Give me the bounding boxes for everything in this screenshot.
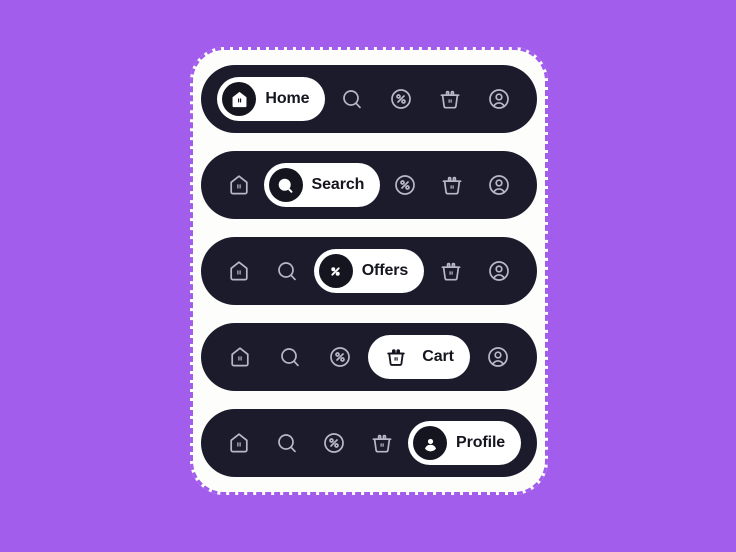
nav-item-cart[interactable] bbox=[360, 421, 404, 465]
nav-item-label: Cart bbox=[422, 348, 454, 365]
nav-item-offers[interactable] bbox=[318, 335, 362, 379]
search-icon bbox=[268, 168, 303, 202]
screen: Home Search Offers Cart Profile bbox=[0, 0, 736, 552]
nav-item-cart[interactable]: Cart bbox=[368, 335, 470, 379]
basket-icon bbox=[440, 173, 464, 197]
navbar-list: Home Search Offers Cart Profile bbox=[190, 47, 548, 495]
percent-icon bbox=[393, 173, 417, 197]
nav-item-label: Home bbox=[265, 90, 310, 107]
home-icon bbox=[228, 345, 252, 369]
nav-item-profile[interactable] bbox=[477, 77, 521, 121]
person-icon bbox=[413, 426, 448, 460]
nav-item-home[interactable]: Home bbox=[217, 77, 326, 121]
navbar-home-active: Home bbox=[201, 65, 537, 133]
person-icon bbox=[487, 259, 511, 283]
nav-item-profile[interactable] bbox=[477, 249, 521, 293]
search-icon bbox=[340, 87, 364, 111]
nav-item-home[interactable] bbox=[217, 163, 261, 207]
nav-item-profile[interactable] bbox=[477, 163, 521, 207]
nav-showcase-card: Home Search Offers Cart Profile bbox=[190, 47, 548, 495]
nav-item-search[interactable]: Search bbox=[263, 163, 381, 207]
home-icon bbox=[227, 431, 251, 455]
percent-icon bbox=[389, 87, 413, 111]
navbar-search-active: Search bbox=[201, 151, 537, 219]
nav-item-home[interactable] bbox=[217, 421, 261, 465]
nav-item-home[interactable] bbox=[217, 249, 261, 293]
person-icon bbox=[486, 345, 510, 369]
basket-icon bbox=[438, 87, 462, 111]
nav-item-label: Search bbox=[311, 176, 365, 193]
nav-item-label: Profile bbox=[456, 434, 506, 451]
nav-item-profile[interactable]: Profile bbox=[408, 421, 522, 465]
nav-item-cart[interactable] bbox=[430, 163, 474, 207]
navbar-cart-active: Cart bbox=[201, 323, 537, 391]
nav-item-offers[interactable]: Offers bbox=[313, 249, 425, 293]
nav-item-label: Offers bbox=[361, 262, 409, 279]
nav-item-home[interactable] bbox=[218, 335, 262, 379]
nav-item-search[interactable] bbox=[265, 421, 309, 465]
basket-icon bbox=[379, 340, 413, 374]
percent-icon bbox=[328, 345, 352, 369]
percent-icon bbox=[322, 431, 346, 455]
navbar-offers-active: Offers bbox=[201, 237, 537, 305]
navbar-profile-active: Profile bbox=[201, 409, 537, 477]
home-icon bbox=[227, 259, 251, 283]
nav-item-cart[interactable] bbox=[428, 77, 472, 121]
basket-icon bbox=[439, 259, 463, 283]
percent-icon bbox=[318, 254, 353, 288]
nav-item-offers[interactable] bbox=[383, 163, 427, 207]
nav-item-search[interactable] bbox=[330, 77, 374, 121]
search-icon bbox=[275, 259, 299, 283]
nav-item-offers[interactable] bbox=[312, 421, 356, 465]
basket-icon bbox=[370, 431, 394, 455]
search-icon bbox=[278, 345, 302, 369]
nav-item-search[interactable] bbox=[265, 249, 309, 293]
home-icon bbox=[222, 82, 257, 116]
nav-item-profile[interactable] bbox=[476, 335, 520, 379]
search-icon bbox=[275, 431, 299, 455]
nav-item-offers[interactable] bbox=[379, 77, 423, 121]
nav-item-cart[interactable] bbox=[429, 249, 473, 293]
nav-item-search[interactable] bbox=[268, 335, 312, 379]
home-icon bbox=[227, 173, 251, 197]
person-icon bbox=[487, 173, 511, 197]
person-icon bbox=[487, 87, 511, 111]
